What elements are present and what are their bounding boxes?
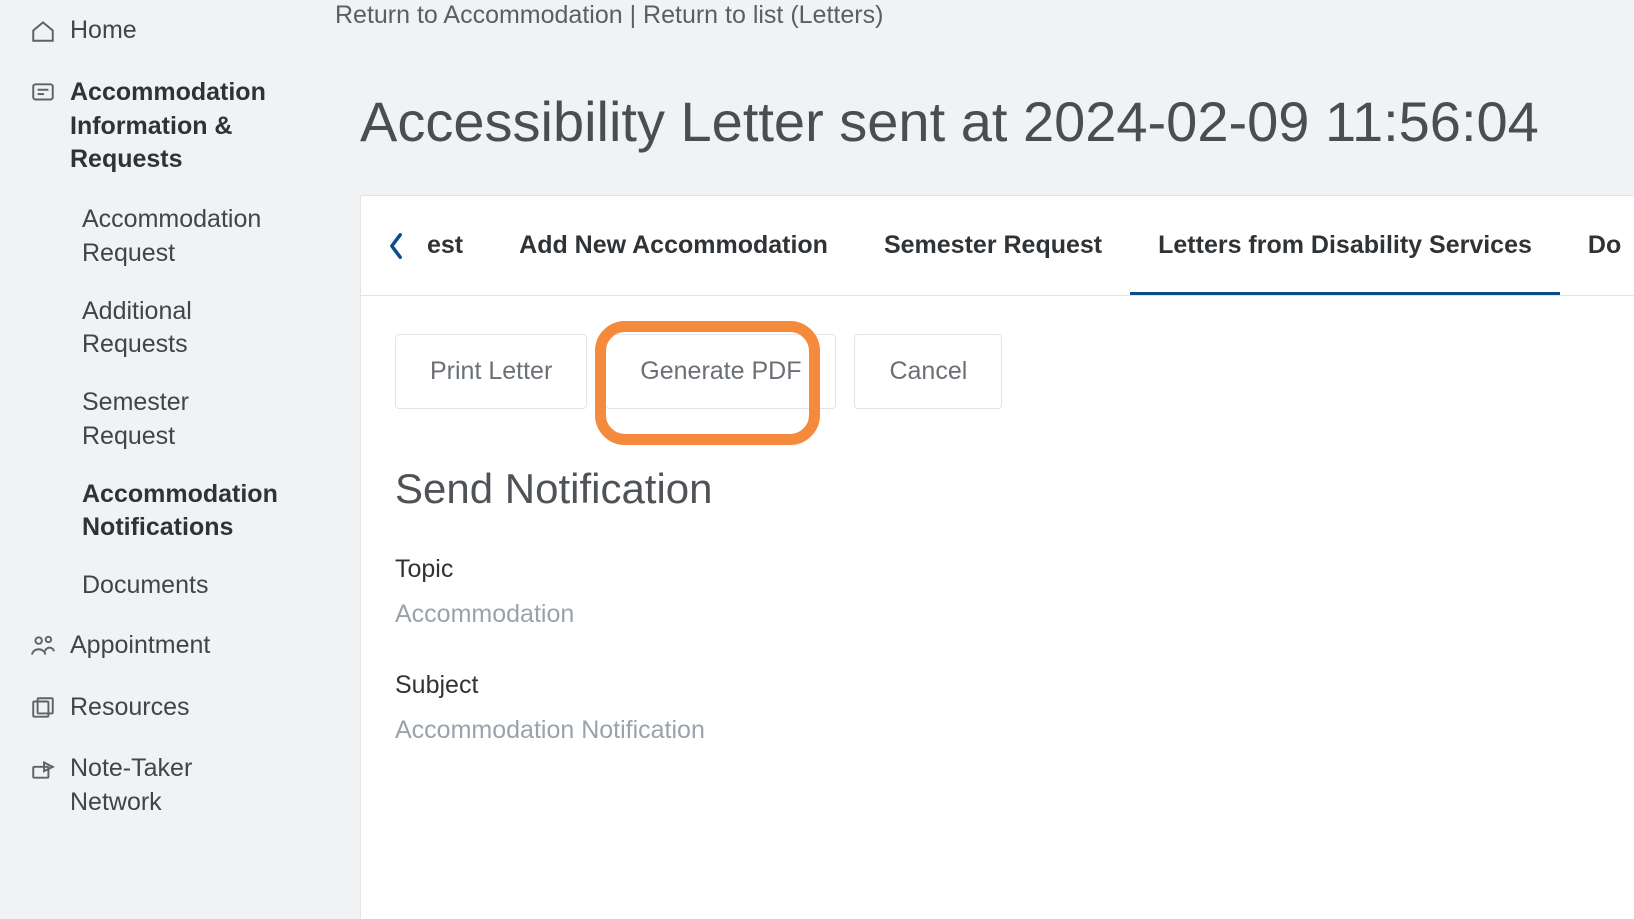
sidebar-subitem-accommodation-notifications[interactable]: Accommodation Notifications xyxy=(0,466,300,558)
resources-icon xyxy=(30,695,56,721)
field-label-subject: Subject xyxy=(395,671,1634,700)
field-label-topic: Topic xyxy=(395,555,1634,584)
breadcrumb-return-accommodation[interactable]: Return to Accommodation xyxy=(335,1,623,29)
print-letter-button[interactable]: Print Letter xyxy=(395,334,587,409)
sidebar-item-note-taker[interactable]: Note-Taker Network xyxy=(0,738,300,834)
sidebar-item-label: Resources xyxy=(70,691,190,725)
sidebar-item-appointment[interactable]: Appointment xyxy=(0,615,300,677)
sidebar: Home Accommodation Information & Request… xyxy=(0,0,300,919)
accommodation-icon xyxy=(30,80,56,106)
cancel-button[interactable]: Cancel xyxy=(854,334,1002,409)
breadcrumb: Return to Accommodation | Return to list… xyxy=(300,0,1634,33)
sidebar-item-label: Accommodation Information & Requests xyxy=(70,76,280,177)
content-card: est Add New Accommodation Semester Reque… xyxy=(360,195,1634,919)
sidebar-subitem-documents[interactable]: Documents xyxy=(0,557,300,615)
page-title: Accessibility Letter sent at 2024-02-09 … xyxy=(360,89,1634,154)
sidebar-item-cutoff[interactable] xyxy=(0,834,300,854)
breadcrumb-return-list[interactable]: Return to list (Letters) xyxy=(643,1,883,29)
tab-fragment-left[interactable]: est xyxy=(421,196,491,295)
sidebar-item-label: Note-Taker Network xyxy=(70,752,280,820)
generate-pdf-button[interactable]: Generate PDF xyxy=(605,334,836,409)
sidebar-subitem-accommodation-request[interactable]: Accommodation Request xyxy=(0,191,300,283)
sidebar-item-home[interactable]: Home xyxy=(0,0,300,62)
field-value-topic: Accommodation xyxy=(395,600,1634,629)
sidebar-item-label: Additional Requests xyxy=(82,297,192,359)
tab-scroll-left[interactable] xyxy=(371,232,421,260)
appointment-icon xyxy=(30,633,56,659)
main-content: Return to Accommodation | Return to list… xyxy=(300,0,1634,919)
button-row: Print Letter Generate PDF Cancel xyxy=(395,334,1634,409)
sidebar-subitem-additional-requests[interactable]: Additional Requests xyxy=(0,283,300,375)
section-heading-send-notification: Send Notification xyxy=(395,465,1634,513)
breadcrumb-separator: | xyxy=(623,1,643,29)
unknown-icon xyxy=(30,852,56,854)
sidebar-item-label: Appointment xyxy=(70,629,210,663)
sidebar-item-label: Accommodation Request xyxy=(82,205,261,267)
sidebar-item-label: Semester Request xyxy=(82,388,189,450)
tab-fragment-right[interactable]: Do xyxy=(1560,196,1621,295)
sidebar-item-label: Documents xyxy=(82,571,208,599)
sidebar-item-resources[interactable]: Resources xyxy=(0,677,300,739)
tab-semester-request[interactable]: Semester Request xyxy=(856,196,1130,295)
note-taker-icon xyxy=(30,756,56,782)
cutoff-area xyxy=(361,779,1634,919)
sidebar-item-accommodation-info[interactable]: Accommodation Information & Requests xyxy=(0,62,300,191)
sidebar-item-label: Accommodation Notifications xyxy=(82,480,278,542)
sidebar-subitem-semester-request[interactable]: Semester Request xyxy=(0,374,300,466)
tab-letters-disability-services[interactable]: Letters from Disability Services xyxy=(1130,196,1560,295)
tab-add-new-accommodation[interactable]: Add New Accommodation xyxy=(491,196,856,295)
home-icon xyxy=(30,18,56,44)
field-value-subject: Accommodation Notification xyxy=(395,716,1634,745)
sidebar-item-label: Home xyxy=(70,14,137,48)
tab-bar: est Add New Accommodation Semester Reque… xyxy=(361,196,1634,296)
